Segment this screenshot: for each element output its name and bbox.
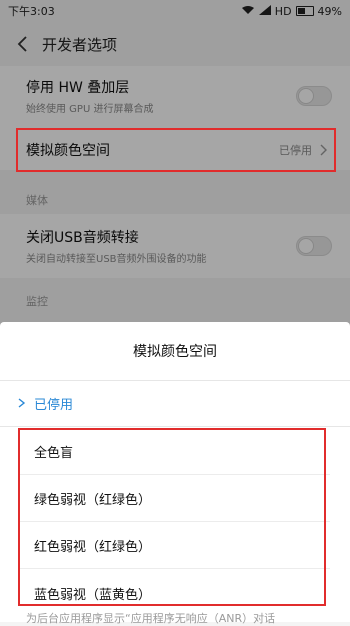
option-divider [20, 568, 330, 569]
color-space-dialog: 模拟颜色空间 已停用 全色盲 绿色弱视（红绿色） 红色弱视（红绿色） 蓝色弱视（… [0, 322, 350, 625]
option-achromatopsia[interactable]: 全色盲 [0, 428, 350, 474]
option-label: 已停用 [34, 397, 74, 413]
option-label: 蓝色弱视（蓝黄色） [34, 587, 152, 603]
option-protanomaly[interactable]: 红色弱视（红绿色） [0, 522, 350, 568]
options-divider [0, 426, 350, 427]
option-deuteranomaly[interactable]: 绿色弱视（红绿色） [0, 475, 350, 521]
dialog-title: 模拟颜色空间 [133, 344, 217, 360]
underlying-text-peek: 为后台应用程序显示“应用程序无响应（ANR）对话 [26, 612, 276, 625]
check-icon [18, 398, 28, 408]
option-label: 绿色弱视（红绿色） [34, 492, 152, 508]
option-label: 全色盲 [34, 445, 74, 461]
option-label: 红色弱视（红绿色） [34, 539, 152, 555]
option-disabled[interactable]: 已停用 [0, 380, 350, 426]
